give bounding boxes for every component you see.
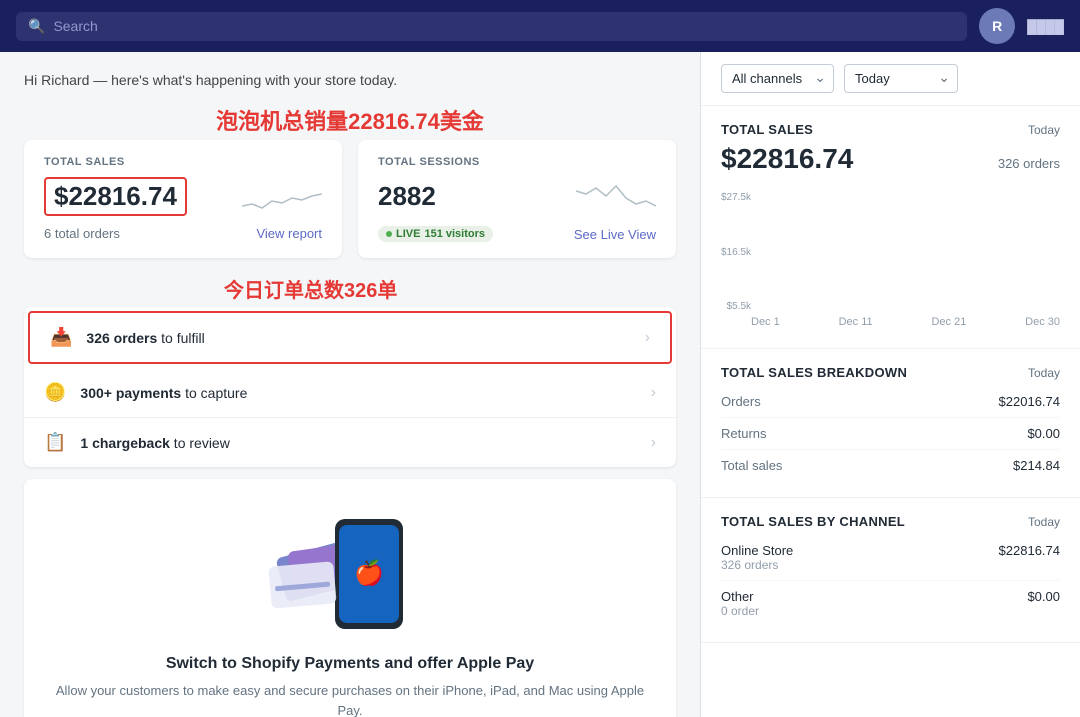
channel-other: Other 0 order $0.00 [721, 581, 1060, 626]
search-input[interactable] [53, 18, 955, 34]
breakdown-orders-value: $22016.74 [999, 394, 1060, 409]
other-channel-name: Other [721, 589, 759, 604]
bar-chart-svg [757, 187, 1060, 307]
top-nav: 🔍 R ████ [0, 0, 1080, 52]
chargeback-chevron: › [651, 434, 656, 452]
chargeback-text: 1 chargeback to review [80, 435, 636, 451]
total-sessions-content: 2882 [378, 176, 656, 216]
total-sales-content: $22816.74 [44, 176, 322, 216]
live-view-link[interactable]: See Live View [574, 227, 656, 242]
chargeback-count: 1 chargeback [80, 435, 170, 451]
user-label: ████ [1027, 19, 1064, 34]
by-channel-title: TOTAL SALES BY CHANNEL [721, 514, 905, 529]
channel-online-store: Online Store 326 orders $22816.74 [721, 535, 1060, 581]
fulfill-text: 326 orders to fulfill [86, 330, 630, 346]
payments-icon: 🪙 [44, 382, 66, 403]
left-panel: Hi Richard — here's what's happening wit… [0, 52, 700, 717]
orders-annotation: 今日订单总数326单 [224, 274, 676, 303]
search-icon: 🔍 [28, 18, 45, 35]
total-sales-footer: 6 total orders View report [44, 226, 322, 241]
breakdown-total-row: Total sales $214.84 [721, 450, 1060, 481]
breakdown-time: Today [1028, 366, 1060, 380]
sales-annotation: 泡泡机总销量22816.74美金 [24, 104, 676, 136]
avatar[interactable]: R [979, 8, 1015, 44]
main-layout: Hi Richard — here's what's happening wit… [0, 52, 1080, 717]
live-badge: LIVE 151 visitors [378, 226, 493, 242]
other-channel-value: $0.00 [1027, 589, 1060, 604]
stats-row: TOTAL SALES $22816.74 6 total orders Vie… [24, 140, 676, 258]
time-filter-wrapper[interactable]: Today Yesterday Last 7 days Last 30 days [844, 64, 958, 93]
by-channel-header: TOTAL SALES BY CHANNEL Today [721, 514, 1060, 529]
chart-x-labels: Dec 1 Dec 11 Dec 21 Dec 30 [721, 316, 1060, 328]
visitors-count: 151 visitors [424, 228, 485, 240]
right-total-sales-section: TOTAL SALES Today $22816.74 326 orders $… [701, 106, 1080, 349]
time-filter[interactable]: Today Yesterday Last 7 days Last 30 days [844, 64, 958, 93]
search-bar[interactable]: 🔍 [16, 12, 967, 41]
online-store-value: $22816.74 [999, 543, 1060, 558]
promo-svg: 🍎 [260, 509, 440, 639]
breakdown-title: TOTAL SALES BREAKDOWN [721, 365, 907, 380]
sales-sparkline [242, 176, 322, 216]
online-store-name: Online Store [721, 543, 793, 558]
total-sessions-value: 2882 [378, 181, 436, 212]
payments-item[interactable]: 🪙 300+ payments to capture › [24, 368, 676, 418]
by-channel-time: Today [1028, 515, 1060, 529]
fulfill-count: 326 orders [86, 330, 157, 346]
other-channel-orders: 0 order [721, 604, 759, 618]
total-sales-value: $22816.74 [44, 177, 187, 216]
greeting-text: Hi Richard — here's what's happening wit… [24, 72, 676, 88]
chargeback-item[interactable]: 📋 1 chargeback to review › [24, 418, 676, 467]
online-store-orders: 326 orders [721, 558, 793, 572]
promo-image: 🍎 [260, 509, 440, 639]
channels-filter[interactable]: All channels Online Store Other [721, 64, 834, 93]
filter-row: All channels Online Store Other Today Ye… [701, 52, 1080, 106]
total-sessions-footer: LIVE 151 visitors See Live View [378, 226, 656, 242]
breakdown-returns-value: $0.00 [1027, 426, 1060, 441]
right-panel: All channels Online Store Other Today Ye… [700, 52, 1080, 717]
action-card: 📥 326 orders to fulfill › 🪙 300+ payment… [24, 307, 676, 467]
fulfill-chevron: › [645, 329, 650, 347]
total-sales-card: TOTAL SALES $22816.74 6 total orders Vie… [24, 140, 342, 258]
total-sessions-label: TOTAL SESSIONS [378, 156, 656, 168]
y-axis: $27.5k $16.5k $5.5k [721, 192, 757, 312]
fulfill-orders-item[interactable]: 📥 326 orders to fulfill › [28, 311, 672, 364]
bar-chart: $27.5k $16.5k $5.5k [721, 187, 1060, 328]
breakdown-header: TOTAL SALES BREAKDOWN Today [721, 365, 1060, 380]
promo-card: 🍎 Switch to Shopify Payments and offer A… [24, 479, 676, 717]
right-sales-value: $22816.74 [721, 143, 853, 175]
live-label: LIVE [396, 228, 420, 240]
svg-text:🍎: 🍎 [354, 558, 384, 587]
breakdown-orders-row: Orders $22016.74 [721, 386, 1060, 418]
sessions-sparkline [576, 176, 656, 216]
right-sales-orders: 326 orders [998, 156, 1060, 171]
payments-chevron: › [651, 384, 656, 402]
breakdown-total-value: $214.84 [1013, 458, 1060, 473]
total-sales-label: TOTAL SALES [44, 156, 322, 168]
payments-text: 300+ payments to capture [80, 385, 636, 401]
by-channel-section: TOTAL SALES BY CHANNEL Today Online Stor… [701, 498, 1080, 643]
breakdown-total-label: Total sales [721, 458, 782, 473]
breakdown-returns-label: Returns [721, 426, 767, 441]
total-sessions-card: TOTAL SESSIONS 2882 LIVE 151 visitors Se… [358, 140, 676, 258]
right-sales-title: TOTAL SALES [721, 122, 813, 137]
promo-desc: Allow your customers to make easy and se… [44, 681, 656, 717]
live-dot [386, 231, 392, 237]
right-sales-header: TOTAL SALES Today [721, 122, 1060, 137]
total-orders-text: 6 total orders [44, 226, 120, 241]
breakdown-section: TOTAL SALES BREAKDOWN Today Orders $2201… [701, 349, 1080, 498]
channels-filter-wrapper[interactable]: All channels Online Store Other [721, 64, 834, 93]
breakdown-orders-label: Orders [721, 394, 761, 409]
promo-title: Switch to Shopify Payments and offer App… [44, 655, 656, 673]
chargeback-icon: 📋 [44, 432, 66, 453]
fulfill-icon: 📥 [50, 327, 72, 348]
right-sales-time: Today [1028, 123, 1060, 137]
payments-count: 300+ payments [80, 385, 181, 401]
view-report-link[interactable]: View report [256, 226, 322, 241]
breakdown-returns-row: Returns $0.00 [721, 418, 1060, 450]
